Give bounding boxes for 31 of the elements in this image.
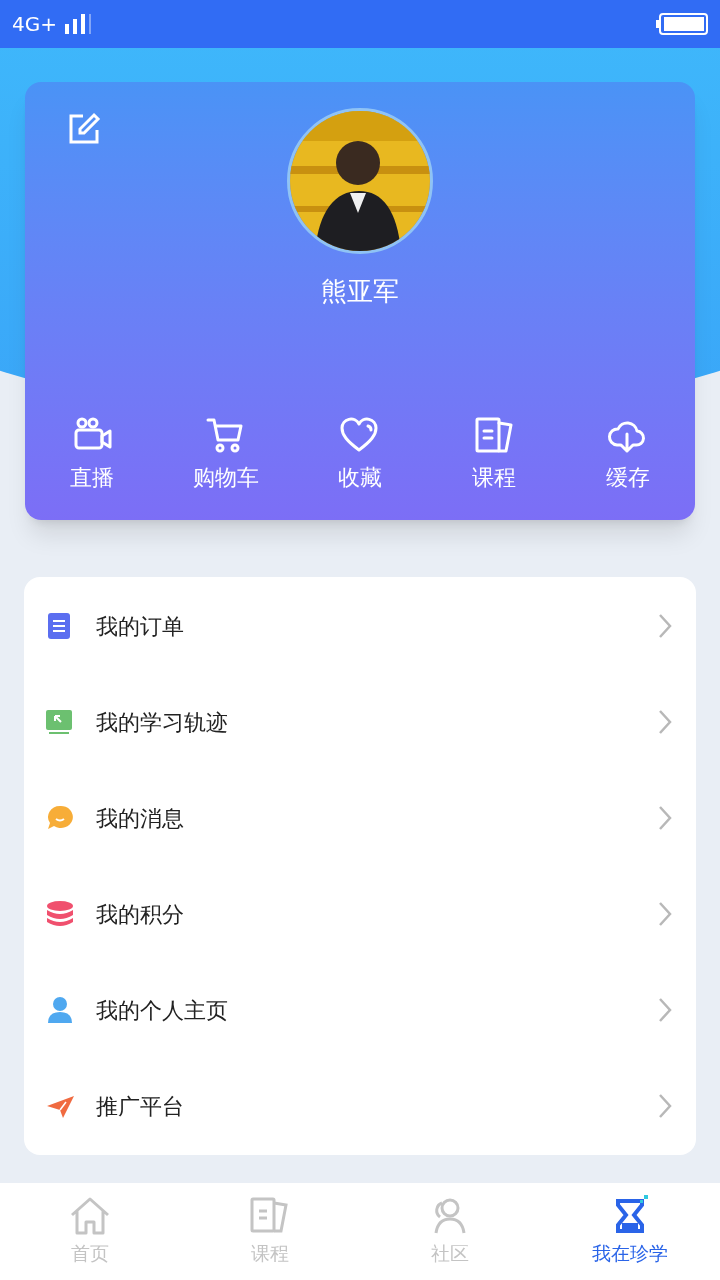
edit-icon[interactable] [67, 112, 101, 146]
menu-label: 我的消息 [96, 804, 184, 833]
document-icon[interactable] [473, 415, 515, 455]
menu-item[interactable]: 我的消息 [24, 770, 696, 866]
menu-item[interactable]: 我的个人主页 [24, 962, 696, 1058]
chevron-right-icon [658, 805, 672, 831]
menu-label: 推广平台 [96, 1092, 184, 1121]
chevron-right-icon [658, 997, 672, 1023]
home-icon [68, 1195, 112, 1238]
chevron-right-icon [658, 1093, 672, 1119]
menu-label: 我的个人主页 [96, 996, 228, 1025]
user-name: 熊亚军 [321, 275, 399, 308]
chevron-right-icon [658, 709, 672, 735]
network-label: 4G+ [12, 11, 57, 38]
shortcut-label[interactable]: 课程 [472, 461, 516, 494]
menu-item[interactable]: 我的学习轨迹 [24, 674, 696, 770]
menu-label: 我的订单 [96, 612, 184, 641]
shortcut-label[interactable]: 缓存 [606, 461, 650, 494]
menu-item[interactable]: 我的订单 [24, 578, 696, 674]
menu-label: 我的积分 [96, 900, 184, 929]
chevron-right-icon [658, 901, 672, 927]
shortcut-label[interactable]: 购物车 [193, 461, 259, 494]
menu-item[interactable]: 推广平台 [24, 1058, 696, 1154]
menu-label: 我的学习轨迹 [96, 708, 228, 737]
shortcut-label[interactable]: 直播 [70, 461, 114, 494]
signal-icon [65, 14, 91, 34]
menu-item[interactable]: 我的积分 [24, 866, 696, 962]
shortcut-label[interactable]: 收藏 [338, 461, 382, 494]
battery-icon [656, 13, 708, 35]
chevron-right-icon [658, 613, 672, 639]
tab[interactable]: 我在珍学 [540, 1183, 720, 1280]
